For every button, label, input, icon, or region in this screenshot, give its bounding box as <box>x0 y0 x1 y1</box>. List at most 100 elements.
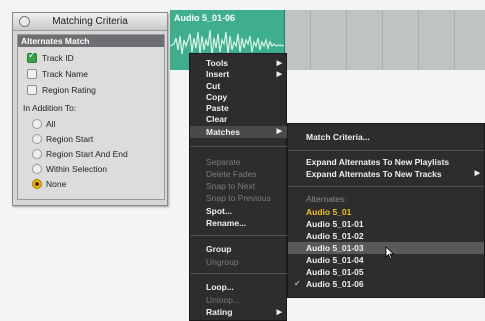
menu-item-label: Matches <box>206 127 241 137</box>
menu-item-label: Ungroup <box>206 257 239 267</box>
clip-name: Audio 5_01-06 <box>174 13 236 23</box>
menu-item-separate[interactable]: Separate <box>190 157 288 168</box>
submenu-item-expand-playlists[interactable]: Expand Alternates To New Playlists <box>288 156 484 168</box>
checkbox-region-rating[interactable]: Region Rating <box>18 82 164 98</box>
menu-separator <box>190 235 288 236</box>
criteria-panel: Alternates Match Track ID Track Name Reg… <box>17 34 165 200</box>
submenu-arrow-icon: ▶ <box>474 170 480 177</box>
submenu-arrow-icon: ▶ <box>276 309 282 316</box>
in-addition-to-label: In Addition To: <box>23 103 77 113</box>
checkbox-track-id[interactable]: Track ID <box>18 50 164 66</box>
menu-separator <box>190 273 288 274</box>
menu-item-label: Audio 5_01-02 <box>306 231 364 241</box>
menu-separator <box>288 186 484 187</box>
menu-item-tools[interactable]: Tools ▶ <box>190 58 288 69</box>
submenu-arrow-icon: ▶ <box>276 60 282 67</box>
menu-item-rename[interactable]: Rename... <box>190 218 288 229</box>
radio-label: All <box>46 119 56 129</box>
alternates-heading: Alternates: <box>288 193 484 205</box>
menu-item-label: Tools <box>206 58 229 68</box>
menu-item-label: Separate <box>206 157 241 167</box>
checkbox-icon[interactable] <box>27 51 37 63</box>
radio-icon[interactable] <box>32 164 42 174</box>
menu-item-label: Audio 5_01-05 <box>306 267 364 277</box>
submenu-item-match-criteria[interactable]: Match Criteria... <box>288 131 484 143</box>
menu-item-label: Snap to Previous <box>206 193 271 203</box>
radio-icon[interactable] <box>32 134 42 144</box>
radio-all[interactable]: All <box>18 117 158 131</box>
checkmark-icon: ✓ <box>294 279 301 288</box>
alternate-item-current[interactable]: ✓ Audio 5_01-06 <box>288 278 484 290</box>
menu-item-label: Copy <box>206 92 228 102</box>
menu-item-label: Audio 5_01-03 <box>306 243 364 253</box>
submenu-arrow-icon: ▶ <box>276 128 282 135</box>
radio-region-start-and-end[interactable]: Region Start And End <box>18 147 158 161</box>
window-title: Matching Criteria <box>52 16 128 27</box>
menu-item-label: Cut <box>206 81 221 91</box>
menu-item-clear[interactable]: Clear <box>190 114 288 125</box>
menu-item-loop[interactable]: Loop... <box>190 282 288 293</box>
menu-item-label: Snap to Next <box>206 181 256 191</box>
menu-item-label: Audio 5_01-06 <box>306 279 364 289</box>
menu-item-unloop[interactable]: Unloop... <box>190 295 288 306</box>
menu-item-label: Delete Fades <box>206 169 257 179</box>
menu-item-label: Match Criteria... <box>306 132 370 142</box>
grid-line <box>346 10 347 70</box>
radio-label: None <box>46 179 67 189</box>
menu-item-spot[interactable]: Spot... <box>190 206 288 217</box>
radio-icon[interactable] <box>32 119 42 129</box>
menu-item-label: Insert <box>206 69 230 79</box>
alternate-item[interactable]: Audio 5_01-02 <box>288 230 484 242</box>
menu-item-label: Rating <box>206 307 233 317</box>
checkbox-track-name[interactable]: Track Name <box>18 66 164 82</box>
checkbox-icon[interactable] <box>27 85 37 95</box>
in-addition-to-group: In Addition To: All Region Start Region … <box>18 103 162 195</box>
checkbox-icon[interactable] <box>27 69 37 79</box>
alternate-item-original[interactable]: Audio 5_01 <box>288 206 484 218</box>
grid-line <box>454 10 455 70</box>
menu-item-snap-to-next[interactable]: Snap to Next <box>190 181 288 192</box>
matching-criteria-window: Matching Criteria Alternates Match Track… <box>12 12 168 206</box>
menu-item-label: Expand Alternates To New Playlists <box>306 157 450 167</box>
menu-separator <box>288 150 484 151</box>
menu-item-label: Clear <box>206 114 228 124</box>
menu-item-label: Spot... <box>206 206 232 216</box>
menu-item-label: Rename... <box>206 218 247 228</box>
checkbox-label: Track Name <box>42 69 88 79</box>
radio-icon[interactable] <box>32 149 42 159</box>
menu-separator <box>190 146 288 147</box>
menu-item-matches[interactable]: Matches ▶ <box>190 126 288 138</box>
menu-item-label: Paste <box>206 103 229 113</box>
mouse-pointer-icon <box>385 246 395 260</box>
menu-item-paste[interactable]: Paste <box>190 103 288 114</box>
grid-line <box>310 10 311 70</box>
region-context-menu: Tools ▶ Insert ▶ Cut Copy Paste Clear Ma… <box>189 53 288 321</box>
menu-section-label: Alternates: <box>306 194 347 204</box>
menu-item-insert[interactable]: Insert ▶ <box>190 69 288 80</box>
radio-region-start[interactable]: Region Start <box>18 132 158 146</box>
checkbox-label: Track ID <box>42 53 74 63</box>
menu-item-snap-to-previous[interactable]: Snap to Previous <box>190 193 288 204</box>
alternate-item[interactable]: Audio 5_01-05 <box>288 266 484 278</box>
menu-item-rating[interactable]: Rating ▶ <box>190 307 288 318</box>
menu-item-group[interactable]: Group <box>190 244 288 255</box>
menu-item-copy[interactable]: Copy <box>190 92 288 103</box>
menu-item-label: Audio 5_01 <box>306 207 352 217</box>
menu-item-label: Loop... <box>206 282 234 292</box>
menu-item-ungroup[interactable]: Ungroup <box>190 257 288 268</box>
window-titlebar[interactable]: Matching Criteria <box>13 13 167 31</box>
menu-item-cut[interactable]: Cut <box>190 81 288 92</box>
submenu-arrow-icon: ▶ <box>276 71 282 78</box>
submenu-item-expand-tracks[interactable]: Expand Alternates To New Tracks ▶ <box>288 168 484 180</box>
menu-item-delete-fades[interactable]: Delete Fades <box>190 169 288 180</box>
radio-none[interactable]: None <box>18 177 158 191</box>
grid-line <box>382 10 383 70</box>
radio-label: Region Start And End <box>46 149 128 159</box>
menu-item-label: Unloop... <box>206 295 241 305</box>
menu-item-label: Audio 5_01-01 <box>306 219 364 229</box>
radio-within-selection[interactable]: Within Selection <box>18 162 158 176</box>
radio-selected-icon[interactable] <box>32 179 42 189</box>
alternate-item[interactable]: Audio 5_01-01 <box>288 218 484 230</box>
radio-label: Region Start <box>46 134 94 144</box>
alternates-match-header: Alternates Match <box>18 35 164 47</box>
